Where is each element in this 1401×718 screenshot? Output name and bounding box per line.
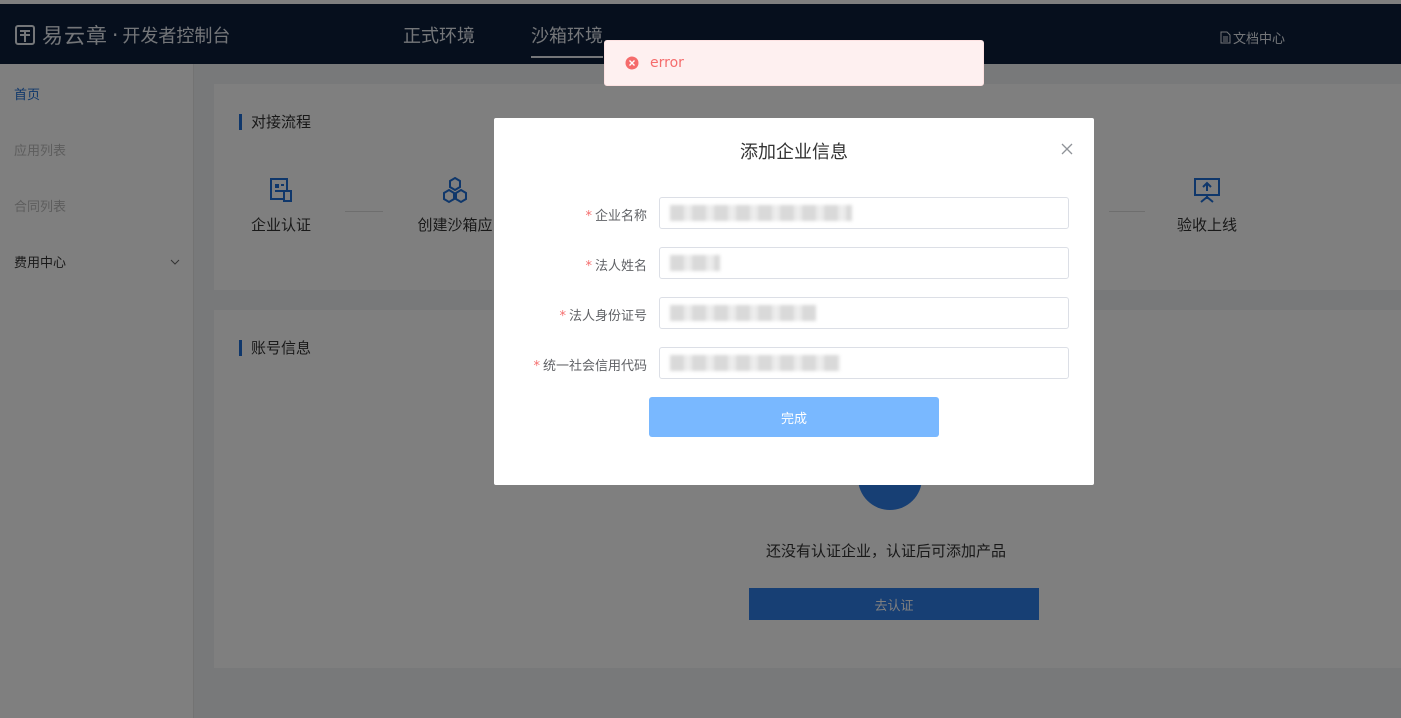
credit-code-label: * 统一社会信用代码 [533,355,647,374]
required-mark: * [559,309,566,324]
legal-person-name-label: * 法人姓名 [585,255,647,274]
add-enterprise-dialog: 添加企业信息 * 企业名称 * 法人姓名 * 法人身份证号 * 统一社会信用代码 完成 [494,118,1094,485]
error-circle-icon [625,56,639,70]
field-label: 企业名称 [594,209,647,224]
form-row-legal-person-id: * 法人身份证号 [494,297,1094,329]
credit-code-input[interactable] [659,347,1069,379]
dialog-title: 添加企业信息 [740,142,848,163]
required-mark: * [533,359,540,374]
error-toast: error [604,40,984,86]
toast-message: error [650,55,684,71]
legal-person-name-input[interactable] [659,247,1069,279]
company-name-label: * 企业名称 [585,205,647,224]
field-label: 法人身份证号 [568,309,647,324]
field-label: 统一社会信用代码 [542,359,647,374]
required-mark: * [585,209,592,224]
form-row-company-name: * 企业名称 [494,197,1094,229]
field-label: 法人姓名 [594,259,647,274]
form-row-legal-person-name: * 法人姓名 [494,247,1094,279]
form-row-credit-code: * 统一社会信用代码 [494,347,1094,379]
legal-person-id-label: * 法人身份证号 [559,305,647,324]
submit-button[interactable]: 完成 [649,397,939,437]
company-name-input[interactable] [659,197,1069,229]
close-icon[interactable] [1060,142,1074,156]
legal-person-id-input[interactable] [659,297,1069,329]
required-mark: * [585,259,592,274]
